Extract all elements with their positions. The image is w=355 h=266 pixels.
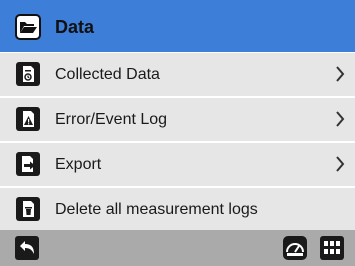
chevron-right-icon (336, 156, 345, 172)
menu-item-delete-logs[interactable]: Delete all measurement logs (0, 188, 355, 231)
delete-document-icon (16, 197, 40, 221)
menu-item-label: Collected Data (55, 65, 160, 83)
menu-item-label: Error/Event Log (55, 110, 168, 128)
header-bar: Data (0, 0, 355, 52)
menu-item-collected-data[interactable]: Collected Data (0, 53, 355, 96)
data-screen: Data Collected Data Error/Event Log Expo… (0, 0, 355, 266)
page-title: Data (55, 17, 95, 37)
folder-open-icon (15, 14, 41, 40)
menu-list: Collected Data Error/Event Log Export De… (0, 53, 355, 233)
warning-document-icon (16, 107, 40, 131)
grid-icon[interactable] (319, 235, 345, 261)
gauge-icon[interactable] (282, 235, 308, 261)
chevron-right-icon (336, 66, 345, 82)
back-arrow-icon[interactable] (14, 235, 40, 261)
menu-item-error-event-log[interactable]: Error/Event Log (0, 98, 355, 141)
menu-item-label: Delete all measurement logs (55, 200, 258, 218)
footer-bar (0, 230, 355, 266)
export-document-icon (16, 152, 40, 176)
menu-item-label: Export (55, 155, 102, 173)
chevron-right-icon (336, 111, 345, 127)
collected-data-icon (16, 62, 40, 86)
menu-item-export[interactable]: Export (0, 143, 355, 186)
